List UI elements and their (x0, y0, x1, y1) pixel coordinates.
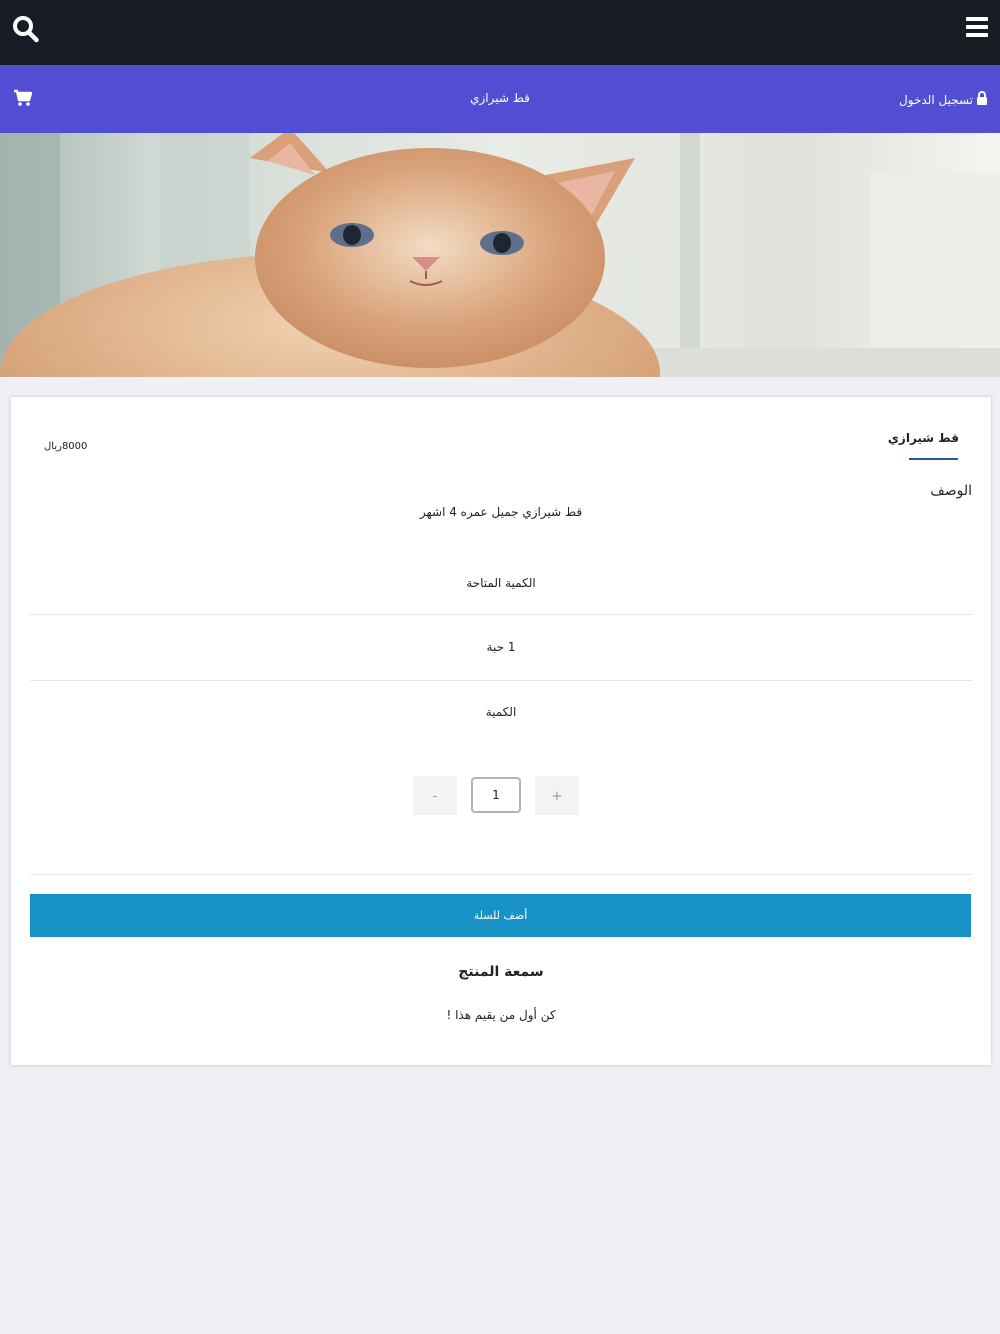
product-price: 8000ريال (44, 441, 88, 452)
rating-empty-text: كن أول من يقيم هذا ! (446, 1008, 556, 1022)
divider (30, 680, 972, 681)
divider (30, 614, 972, 615)
product-name-tab[interactable]: قط شيرازي (888, 431, 959, 445)
tab-underline (909, 458, 958, 460)
product-card: قط شيرازي 8000ريال الوصف قط شيرازي جميل … (11, 397, 991, 1065)
description-text: قط شيرازي جميل عمره 4 اشهر (419, 505, 583, 519)
top-navbar (0, 0, 1000, 65)
hamburger-menu-icon[interactable] (966, 17, 988, 39)
sub-header: قط شيرازي تسجيل الدخول (0, 65, 1000, 133)
rating-title: سمعة المنتج (458, 964, 544, 980)
decrement-button[interactable]: - (413, 776, 457, 815)
login-label: تسجيل الدخول (899, 92, 973, 107)
available-quantity-value: 1 حبة (486, 640, 516, 654)
page-title: قط شيرازي (470, 91, 530, 105)
login-link[interactable]: تسجيل الدخول (899, 91, 988, 108)
lock-icon (976, 91, 988, 108)
increment-button[interactable]: + (535, 776, 579, 815)
divider (30, 874, 972, 875)
search-icon[interactable] (12, 14, 40, 44)
description-label: الوصف (930, 483, 972, 499)
available-quantity-label: الكمية المتاحة (466, 576, 536, 590)
add-to-cart-button[interactable]: أضف للسلة (30, 894, 971, 937)
quantity-label: الكمية (485, 705, 517, 719)
quantity-input[interactable] (471, 777, 521, 813)
product-image (0, 133, 1000, 377)
